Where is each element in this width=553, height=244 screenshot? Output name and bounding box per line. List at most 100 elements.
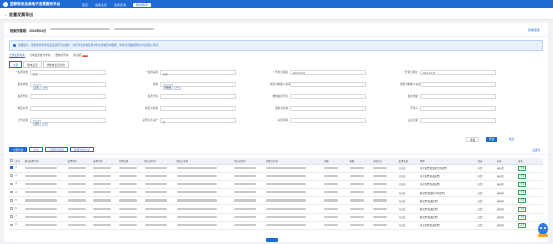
row-checkbox[interactable] <box>10 174 13 178</box>
table-cell <box>175 180 234 190</box>
export-all-button[interactable]: 全部导出 <box>9 147 28 152</box>
table-cell <box>372 221 398 231</box>
subtab-all[interactable]: 全部 <box>9 61 23 68</box>
chevron-down-icon: ⌄ <box>101 95 104 99</box>
filter-input[interactable]: 否 ⌄ <box>160 118 236 124</box>
nav-item[interactable]: 发票业务 <box>95 3 107 7</box>
subtab-nondigital[interactable]: 非数电发票查询 <box>42 61 69 68</box>
detail-button[interactable]: 详情 <box>518 214 527 220</box>
filter-tag-more: +4 <box>41 85 49 90</box>
redacted-text <box>144 207 167 210</box>
table-cell: 6 <box>14 204 24 214</box>
nav-item[interactable]: 首页 <box>82 3 88 7</box>
table-cell: 电子发票(增值税专用发票) <box>419 164 477 173</box>
filter-input[interactable]: 增值税 +3 ⌄ <box>160 82 236 90</box>
nav-item-active[interactable]: 税务数字 <box>133 2 152 7</box>
table-cell <box>66 221 93 231</box>
row-checkbox[interactable] <box>10 223 13 227</box>
table-row[interactable]: 1 已认证 电子发票(增值税专用发票) 正常 未标签 详情 <box>9 164 543 173</box>
chevron-down-icon: ⌄ <box>361 71 364 75</box>
filter-input[interactable]: 正常 +4 ⌄ <box>30 82 106 90</box>
export-records-button[interactable]: 批量导出记录 <box>70 147 94 152</box>
table-toolbar: 全部导出 导出 下载导出列表 批量导出记录 <box>9 147 94 152</box>
filter-input[interactable]: ⌄ <box>290 106 366 111</box>
filter-input[interactable]: ⌄ <box>30 94 106 99</box>
redacted-text <box>266 191 307 194</box>
filter-input[interactable]: ⌄ <box>420 118 496 123</box>
table-row[interactable]: 3 已认证 电子发票(普通发票) 正常 未标签 详情 <box>9 180 543 190</box>
filter-input[interactable]: ⌄ <box>160 94 236 99</box>
detail-button[interactable]: 详情 <box>518 165 527 171</box>
filter-input[interactable]: 全部 ⌄ <box>160 70 236 76</box>
filter-input[interactable]: 全部 +3 ⌄ <box>30 118 106 126</box>
table-row[interactable]: 2 已认证 电子发票(普通发票) 正常 未标签 详情 <box>9 172 543 181</box>
chevron-down-icon: ⌄ <box>361 83 364 87</box>
table-cell: 正常 <box>476 221 496 231</box>
filter-input[interactable]: ⌄ <box>420 82 496 87</box>
tab-stats[interactable]: 全电发票统计查询 <box>30 53 51 58</box>
tab-digital[interactable]: 数电票查询 <box>55 53 68 58</box>
row-checkbox[interactable] <box>10 199 13 202</box>
table-cell <box>143 172 176 181</box>
table-cell: 未标签 <box>495 164 518 173</box>
detail-button[interactable]: 详情 <box>518 190 527 196</box>
view-more-link[interactable]: 查看更多 <box>528 28 540 32</box>
filter-input[interactable]: ⌄ <box>160 106 236 111</box>
row-checkbox[interactable] <box>10 207 13 210</box>
redacted-text <box>234 224 257 227</box>
detail-button[interactable]: 详情 <box>518 173 527 179</box>
export-button[interactable]: 导出 <box>29 147 43 152</box>
tab-all[interactable]: 全部发票查询 <box>9 53 25 58</box>
nav-item[interactable]: 发票查询 <box>114 3 126 7</box>
filter-input[interactable]: 2024-03-31 ⌄ <box>420 70 496 75</box>
detail-button[interactable]: 详情 <box>518 222 527 228</box>
filter-input[interactable]: ⌄ <box>30 106 106 111</box>
table-cell <box>23 221 67 231</box>
filter-input[interactable]: ⌄ <box>290 82 366 87</box>
detail-button[interactable]: 详情 <box>518 181 527 187</box>
column-settings-link[interactable]: 设置列 <box>532 148 540 152</box>
back-button[interactable]: ← 批量发票导出 <box>4 12 33 18</box>
collapse-toggle[interactable]: 收起 <box>506 137 517 142</box>
chevron-down-icon: ⌄ <box>231 71 234 75</box>
reset-button[interactable]: 重置 <box>466 137 480 142</box>
table-cell <box>66 188 93 198</box>
subtab-digital[interactable]: 数电发票 <box>23 61 42 68</box>
redacted-text <box>266 207 307 210</box>
table-cell: 未标签 <box>495 213 518 222</box>
table-cell <box>372 204 398 214</box>
table-cell <box>372 180 398 190</box>
table-cell <box>348 188 373 198</box>
filter-input[interactable]: 正常 ⌄ <box>30 70 106 76</box>
table-cell <box>92 196 118 206</box>
filter-label: * 开票日期起 <box>273 71 288 75</box>
search-button[interactable]: 查询 <box>486 137 498 142</box>
assistant-icon[interactable] <box>536 220 550 238</box>
filter-label: * 发票来源 <box>145 71 158 75</box>
filter-input[interactable]: 2024-03-01 ⌄ <box>290 70 366 75</box>
tab-new[interactable]: 新功能 NEW <box>73 53 89 58</box>
row-checkbox[interactable] <box>10 182 13 186</box>
filter-input[interactable]: ⌄ <box>290 118 366 123</box>
table-row[interactable]: 4 已认证 数电票(增值税专用发票) 正常 未标签 详情 <box>9 188 543 198</box>
row-checkbox[interactable] <box>10 215 13 219</box>
table-row[interactable]: 5 已认证 数电票(普通发票) 正常 未标签 详情 <box>9 196 543 206</box>
filter-input[interactable]: ⌄ <box>420 106 496 111</box>
detail-button[interactable]: 详情 <box>518 198 527 204</box>
table-cell: 已认证 <box>397 204 420 214</box>
row-checkbox[interactable] <box>10 166 13 169</box>
download-list-button[interactable]: 下载导出列表 <box>44 147 69 152</box>
table-row[interactable]: 7 已认证 数电票(普通发票) 正常 未标签 详情 <box>9 213 543 222</box>
detail-button[interactable]: 详情 <box>518 206 527 212</box>
row-checkbox[interactable] <box>10 190 13 194</box>
pagination-current[interactable] <box>266 238 278 242</box>
sub-tabs: 全部 数电发票 非数电发票查询 <box>9 61 69 68</box>
table-row[interactable]: 8 已认证 电子发票(普通发票) 正常 未标签 详情 <box>9 221 543 231</box>
table-cell: 详情 <box>517 180 543 190</box>
filter-input[interactable]: ⌄ <box>290 94 366 99</box>
table-cell <box>322 172 349 181</box>
table-row[interactable]: 6 已认证 数电票(普通发票) 正常 未标签 详情 <box>9 204 543 214</box>
select-all-checkbox[interactable] <box>10 158 13 162</box>
filter-input[interactable]: ⌄ <box>420 94 496 99</box>
filter-field: 购买方纳税人识别号 ⌄ <box>270 82 366 87</box>
